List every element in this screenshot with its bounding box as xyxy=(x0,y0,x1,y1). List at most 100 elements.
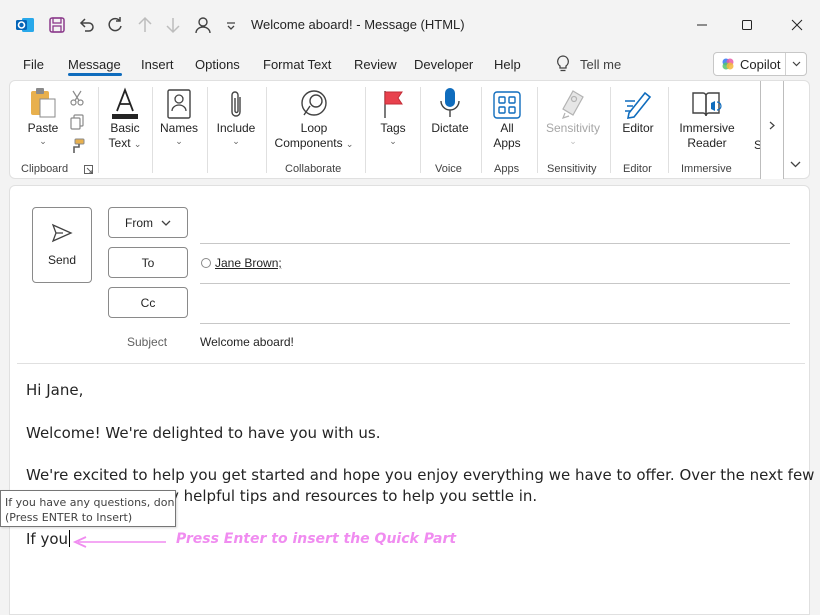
names-label: Names xyxy=(159,121,198,135)
address-book-icon xyxy=(167,85,191,119)
autocomplete-tooltip[interactable]: If you have any questions, don... (Press… xyxy=(0,490,176,527)
body-line-welcome: Welcome! We're delighted to have you wit… xyxy=(26,424,381,442)
copy-icon[interactable] xyxy=(68,113,86,131)
subject-input[interactable]: Welcome aboard! xyxy=(200,335,294,349)
compose-pane: Send From To Jane Brown; Cc Subject Welc… xyxy=(9,185,820,615)
minimize-button[interactable] xyxy=(690,13,714,37)
send-button[interactable]: Send xyxy=(32,207,92,283)
names-button[interactable]: Names ⌄ xyxy=(158,85,200,146)
outlook-app-icon xyxy=(14,14,36,36)
include-button[interactable]: Include ⌄ xyxy=(212,85,260,146)
arrow-down-icon[interactable] xyxy=(162,14,184,36)
include-label: Include xyxy=(216,121,256,135)
format-painter-icon[interactable] xyxy=(68,137,86,155)
chevron-down-icon: ⌄ xyxy=(133,139,142,149)
tell-me-search[interactable]: Tell me xyxy=(556,55,621,73)
chevron-down-icon xyxy=(161,220,171,226)
body-line-current[interactable]: If you xyxy=(26,530,71,548)
body-line-tips: y helpful tips and resources to help you… xyxy=(170,487,538,505)
body-line-excited: We're excited to help you get started an… xyxy=(26,466,820,484)
ribbon-expand-button[interactable] xyxy=(790,159,801,171)
chevron-down-icon: ⌄ xyxy=(232,136,240,146)
chevron-down-icon: ⌄ xyxy=(569,136,577,146)
body-line-greeting: Hi Jane, xyxy=(26,381,84,399)
immersive-reader-button[interactable]: Immersive Reader xyxy=(674,85,740,151)
copilot-dropdown[interactable] xyxy=(786,61,806,67)
body-current-text: If you xyxy=(26,530,69,548)
text-caret xyxy=(69,530,71,547)
save-icon[interactable] xyxy=(46,14,68,36)
microphone-icon xyxy=(438,85,462,119)
all-apps-label-2: Apps xyxy=(493,136,521,150)
ribbon-separator xyxy=(207,87,208,173)
recipient-jane-brown[interactable]: Jane Brown; xyxy=(215,256,282,270)
chevron-down-icon: ⌄ xyxy=(389,136,397,146)
to-button[interactable]: To xyxy=(108,247,188,278)
basic-text-label-2-text: Text xyxy=(108,136,131,150)
loop-label-2-text: Components xyxy=(274,136,343,150)
customize-toolbar-icon[interactable] xyxy=(220,14,242,36)
tags-button[interactable]: Tags ⌄ xyxy=(372,85,414,146)
dialog-launcher-icon[interactable] xyxy=(82,163,94,175)
ribbon-separator xyxy=(98,87,99,173)
immersive-reader-icon xyxy=(691,85,723,119)
tab-developer[interactable]: Developer xyxy=(414,57,473,72)
ribbon-separator xyxy=(152,87,153,173)
editor-pen-icon xyxy=(623,85,653,119)
tab-message[interactable]: Message xyxy=(68,57,121,72)
from-label: From xyxy=(125,215,153,230)
copilot-main[interactable]: Copilot xyxy=(714,53,786,75)
arrow-up-icon[interactable] xyxy=(134,14,156,36)
sensitivity-label: Sensitivity xyxy=(545,121,601,135)
ribbon-more-button[interactable] xyxy=(760,81,784,179)
undo-icon[interactable] xyxy=(76,14,98,36)
dictate-button[interactable]: Dictate xyxy=(426,85,474,136)
all-apps-button[interactable]: All Apps xyxy=(486,85,528,151)
tab-insert[interactable]: Insert xyxy=(141,57,174,72)
group-label-sensitivity: Sensitivity xyxy=(547,163,597,175)
chevron-down-icon xyxy=(790,161,801,168)
copilot-button[interactable]: Copilot xyxy=(713,52,807,76)
active-tab-indicator xyxy=(68,73,122,76)
paperclip-icon xyxy=(229,85,243,119)
basic-text-button[interactable]: Basic Text ⌄ xyxy=(104,85,146,151)
tags-label: Tags xyxy=(380,121,406,135)
ribbon-separator xyxy=(266,87,267,173)
cut-icon[interactable] xyxy=(68,89,86,107)
presence-icon xyxy=(201,258,211,268)
tab-file[interactable]: File xyxy=(23,57,44,72)
cc-field-line xyxy=(200,323,790,324)
tab-options[interactable]: Options xyxy=(195,57,240,72)
person-icon[interactable] xyxy=(192,14,214,36)
sensitivity-button[interactable]: Sensitivity ⌄ xyxy=(543,85,603,146)
group-label-apps: Apps xyxy=(494,163,520,175)
ribbon-separator xyxy=(537,87,538,173)
ribbon-separator xyxy=(481,87,482,173)
apps-grid-icon xyxy=(493,85,521,119)
font-color-icon xyxy=(109,85,141,119)
editor-button[interactable]: Editor xyxy=(616,85,660,136)
redo-icon[interactable] xyxy=(104,14,126,36)
flag-icon xyxy=(381,85,405,119)
ribbon-separator xyxy=(420,87,421,173)
paste-button[interactable]: Paste ⌄ xyxy=(22,85,64,146)
cc-button[interactable]: Cc xyxy=(108,287,188,318)
lightbulb-icon xyxy=(557,55,569,72)
copilot-label: Copilot xyxy=(740,56,781,72)
cc-label: Cc xyxy=(140,295,156,310)
loop-components-button[interactable]: Loop Components ⌄ xyxy=(272,85,356,151)
subject-label: Subject xyxy=(127,335,168,349)
from-button[interactable]: From xyxy=(108,207,188,238)
maximize-button[interactable] xyxy=(735,13,759,37)
ribbon-separator xyxy=(365,87,366,173)
tab-help[interactable]: Help xyxy=(494,57,521,72)
close-button[interactable] xyxy=(785,13,809,37)
immersive-label-1: Immersive xyxy=(679,121,735,135)
ribbon-separator xyxy=(610,87,611,173)
paste-label: Paste xyxy=(27,121,59,135)
loop-icon xyxy=(299,85,329,119)
tab-review[interactable]: Review xyxy=(354,57,397,72)
tab-format-text[interactable]: Format Text xyxy=(263,57,331,72)
group-label-voice: Voice xyxy=(435,163,462,175)
to-field[interactable]: Jane Brown; xyxy=(201,256,282,270)
